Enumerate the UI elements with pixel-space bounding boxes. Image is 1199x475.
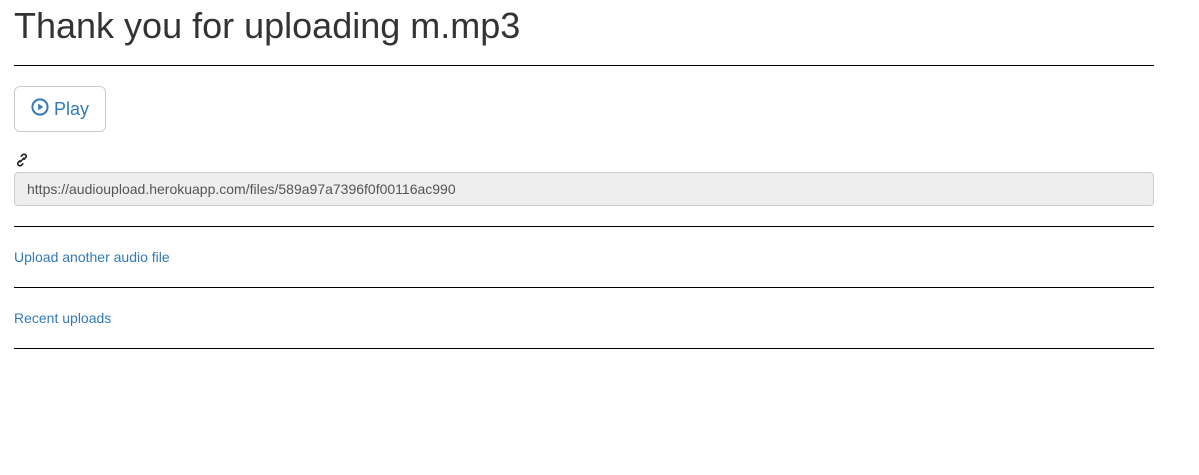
divider <box>14 348 1154 349</box>
link-icon <box>17 153 27 167</box>
page-container: Thank you for uploading m.mp3 Play Uploa… <box>14 0 1154 349</box>
play-button-label: Play <box>53 98 89 119</box>
divider <box>14 287 1154 288</box>
recent-uploads-link[interactable]: Recent uploads <box>14 308 1154 328</box>
play-circle-icon <box>31 98 49 116</box>
divider <box>14 226 1154 227</box>
upload-another-link[interactable]: Upload another audio file <box>14 247 1154 267</box>
divider <box>14 65 1154 66</box>
play-button[interactable]: Play <box>14 86 106 132</box>
share-url-field[interactable] <box>14 172 1154 206</box>
page-title: Thank you for uploading m.mp3 <box>14 5 521 46</box>
